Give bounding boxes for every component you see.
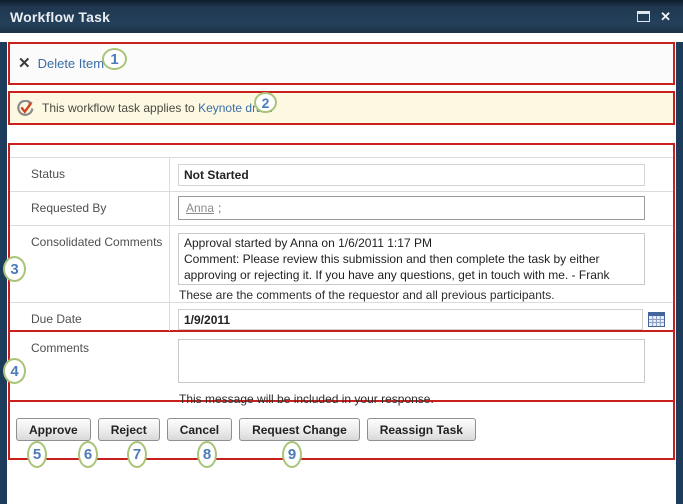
- requested-by-field[interactable]: Anna;: [178, 196, 645, 220]
- callout-5: 5: [27, 441, 47, 468]
- delete-item-link[interactable]: Delete Item: [38, 56, 104, 71]
- comments-textarea[interactable]: [178, 339, 645, 383]
- comments-label: Comments: [31, 341, 90, 355]
- workflow-task-dialog: Workflow Task ✕ ✕ Delete Item This workf…: [0, 0, 683, 504]
- cancel-button[interactable]: Cancel: [166, 418, 233, 441]
- requested-by-label: Requested By: [10, 192, 170, 225]
- dialog-body: ✕ Delete Item This workflow task applies…: [0, 42, 683, 504]
- status-value: Not Started: [178, 164, 645, 186]
- consolidated-comments-helper: These are the comments of the requestor …: [179, 288, 555, 302]
- callout-6: 6: [78, 441, 98, 468]
- requested-by-suffix: ;: [218, 201, 222, 215]
- comments-helper: This message will be included in your re…: [179, 392, 434, 406]
- callout-8: 8: [197, 441, 217, 468]
- due-date-input[interactable]: [178, 309, 643, 330]
- status-label: Status: [10, 158, 170, 191]
- dialog-title: Workflow Task: [10, 8, 111, 25]
- form-row-comments: Comments This message will be included i…: [10, 337, 673, 406]
- comments-section: Comments This message will be included i…: [8, 330, 675, 406]
- form-row-due-date: Due Date: [10, 302, 673, 331]
- window-controls: ✕: [637, 10, 673, 23]
- callout-7: 7: [127, 441, 147, 468]
- callout-1: 1: [102, 48, 127, 70]
- approve-button[interactable]: Approve: [16, 418, 91, 441]
- request-change-button[interactable]: Request Change: [239, 418, 360, 441]
- due-date-label: Due Date: [10, 303, 170, 331]
- workflow-task-icon: [17, 99, 34, 117]
- callout-3: 3: [3, 256, 26, 282]
- consolidated-comments-box[interactable]: Approval started by Anna on 1/6/2011 1:1…: [178, 233, 645, 285]
- callout-9: 9: [282, 441, 302, 468]
- notice-section: This workflow task applies to Keynote dr…: [8, 91, 675, 125]
- task-form-section: Status Not Started Requested By Anna; Co…: [8, 143, 675, 332]
- form-row-requested-by: Requested By Anna;: [10, 191, 673, 225]
- form-row-status: Status Not Started: [10, 157, 673, 191]
- reassign-task-button[interactable]: Reassign Task: [366, 418, 476, 441]
- requested-by-person-link[interactable]: Anna: [186, 201, 214, 215]
- close-icon[interactable]: ✕: [660, 10, 671, 23]
- form-row-consolidated-comments: Consolidated Comments Approval started b…: [10, 225, 673, 302]
- callout-4: 4: [3, 358, 26, 384]
- reject-button[interactable]: Reject: [97, 418, 160, 441]
- calendar-icon[interactable]: [648, 312, 665, 327]
- callout-2: 2: [254, 92, 277, 113]
- buttons-section: Approve Reject Cancel Request Change Rea…: [8, 400, 675, 460]
- notice-prefix: This workflow task applies to: [42, 101, 199, 115]
- delete-x-icon[interactable]: ✕: [18, 56, 31, 71]
- dialog-titlebar: Workflow Task ✕: [0, 0, 683, 33]
- consolidated-comments-label: Consolidated Comments: [10, 226, 170, 302]
- maximize-icon[interactable]: [637, 11, 651, 22]
- notice-text: This workflow task applies to Keynote dr…: [42, 101, 273, 115]
